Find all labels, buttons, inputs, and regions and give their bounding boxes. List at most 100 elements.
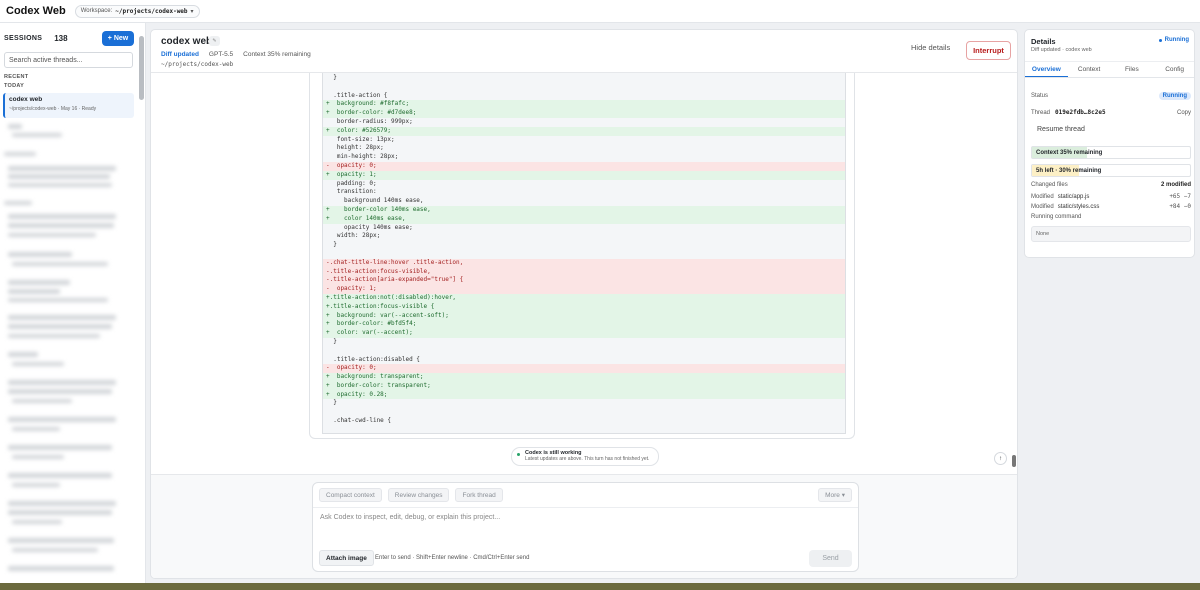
review-changes-button[interactable]: Review changes [387, 488, 450, 502]
thread-row: Thread 019e2fdb…8c2e5 Copy [1031, 109, 1191, 116]
sessions-sidebar: SESSIONS 138 + New Search active threads… [0, 23, 146, 583]
changed-files-count: 2 modified [1160, 182, 1191, 188]
diff-line-removed: - opacity: 1; [323, 285, 845, 294]
diff-line: width: 28px; [326, 232, 381, 240]
prompt-input[interactable]: Ask Codex to inspect, edit, debug, or ex… [320, 514, 500, 521]
list-item [4, 152, 36, 156]
sessions-count: 138 [54, 34, 68, 43]
running-indicator: Running [1158, 37, 1189, 43]
working-status: Codex is still working Latest updates ar… [511, 447, 659, 466]
list-item[interactable] [8, 166, 116, 171]
send-button[interactable]: Send [809, 550, 852, 567]
diff-line [323, 83, 845, 92]
composer-actions: Compact context Review changes Fork thre… [319, 488, 503, 502]
chat-scrollbar[interactable] [1012, 455, 1016, 467]
list-item [8, 233, 96, 237]
diff-line-added: + border-color: #d7dee8; [323, 109, 845, 118]
compact-context-button[interactable]: Compact context [319, 488, 382, 502]
status-row: Status Running [1031, 92, 1191, 100]
list-item[interactable] [8, 214, 116, 219]
scroll-to-top-button[interactable]: ↑ [994, 452, 1007, 465]
chat-title: codex web [161, 36, 213, 47]
list-item [8, 510, 112, 515]
attach-image-button[interactable]: Attach image [319, 550, 374, 566]
diff-line-added: + background: #f8fafc; [323, 100, 845, 110]
list-item [8, 389, 112, 394]
file-row[interactable]: Modified static/app.js +65 −7 [1031, 193, 1191, 200]
list-item [12, 455, 64, 459]
top-bar: Codex Web Workspace: ~/projects/codex-we… [0, 0, 1200, 23]
diff-status[interactable]: Diff updated [161, 51, 199, 58]
diff-line-added: + background: transparent; [323, 373, 845, 382]
tab-context[interactable]: Context [1068, 62, 1111, 77]
rename-icon[interactable]: ✎ [209, 36, 220, 46]
fork-thread-button[interactable]: Fork thread [455, 488, 503, 502]
list-item[interactable] [8, 417, 116, 422]
list-item [8, 183, 112, 187]
diff-line: height: 28px; [326, 144, 384, 152]
model-label: GPT-5.5 [208, 51, 234, 58]
resume-thread-button[interactable]: Resume thread [1031, 126, 1085, 133]
diff-line-added: + background: var(--accent-soft); [323, 311, 845, 321]
list-item[interactable] [8, 473, 112, 478]
working-subtitle: Latest updates are above. This turn has … [525, 456, 650, 462]
list-item[interactable] [8, 445, 112, 450]
active-thread-item[interactable]: codex web ~/projects/codex-web · May 16 … [3, 93, 134, 118]
list-item [8, 223, 114, 228]
list-item[interactable] [8, 315, 116, 320]
more-menu-button[interactable]: More ▾ [818, 488, 852, 502]
diff-line: .chat-cwd-line { [326, 417, 392, 425]
diff-viewer: } .title-action {+ background: #f8fafc; +… [322, 73, 846, 434]
diff-line-added: + border-color: #bfd5f4; [323, 320, 845, 330]
section-today: TODAY [4, 83, 25, 89]
list-item [8, 334, 100, 338]
changed-files-label: Changed files [1031, 182, 1068, 188]
file-path: static/styles.css [1057, 203, 1100, 210]
list-item[interactable] [8, 538, 114, 543]
tab-overview[interactable]: Overview [1025, 62, 1068, 77]
interrupt-button[interactable]: Interrupt [966, 41, 1011, 60]
diff-line-removed: - opacity: 0; [323, 161, 845, 171]
diff-line: } [326, 241, 337, 249]
list-item[interactable] [8, 352, 38, 357]
thread-search-input[interactable]: Search active threads... [4, 52, 133, 68]
list-item [12, 133, 62, 137]
new-session-button[interactable]: + New [102, 31, 134, 46]
diff-line-added: +.title-action:not(:disabled):hover, [323, 293, 845, 303]
working-dot-icon [517, 453, 520, 456]
thread-meta: ~/projects/codex-web · May 16 · Ready [9, 106, 97, 112]
list-item[interactable] [8, 280, 70, 285]
details-panel: Details Diff updated · codex web Running… [1024, 29, 1195, 258]
workspace-selector[interactable]: Workspace: ~/projects/codex-web ▾ [74, 4, 200, 18]
project-path: ~/projects/codex-web [161, 61, 234, 68]
copy-button[interactable]: Copy [1177, 110, 1191, 116]
diff-line: } [326, 337, 337, 345]
list-item[interactable] [8, 501, 116, 506]
diff-line: padding: 0; [326, 179, 377, 187]
list-item [4, 201, 32, 205]
list-item[interactable] [8, 124, 22, 129]
keyboard-hint: Enter to send · Shift+Enter newline · Cm… [375, 555, 530, 561]
tab-config[interactable]: Config [1153, 62, 1194, 77]
diff-line: .title-action:disabled { [326, 355, 420, 363]
file-path: static/app.js [1057, 193, 1090, 200]
tab-files[interactable]: Files [1111, 62, 1154, 77]
diff-line-added: + color: #526579; [323, 126, 845, 136]
context-bar-label: Context 35% remaining [1036, 149, 1103, 156]
limit-bar: 5h left · 30% remaining [1031, 164, 1191, 177]
list-item[interactable] [8, 380, 116, 385]
list-item[interactable] [8, 566, 114, 571]
details-title: Details [1031, 37, 1056, 46]
chat-header: codex web ✎ Diff updated GPT-5.5 Context… [151, 30, 1017, 73]
sidebar-scrollbar[interactable] [139, 36, 144, 100]
thread-id: 019e2fdb…8c2e5 [1055, 109, 1106, 116]
sessions-title: SESSIONS [4, 35, 43, 42]
diff-line: background 140ms ease, [326, 197, 424, 205]
running-command-value: None [1031, 226, 1191, 242]
diff-line: border-radius: 999px; [326, 117, 413, 125]
diff-line-added: + color 140ms ease, [323, 214, 845, 224]
details-tabs: Overview Context Files Config [1025, 61, 1194, 78]
list-item[interactable] [8, 252, 72, 257]
file-row[interactable]: Modified static/styles.css +84 −0 [1031, 203, 1191, 210]
hide-details-button[interactable]: Hide details [911, 43, 950, 52]
